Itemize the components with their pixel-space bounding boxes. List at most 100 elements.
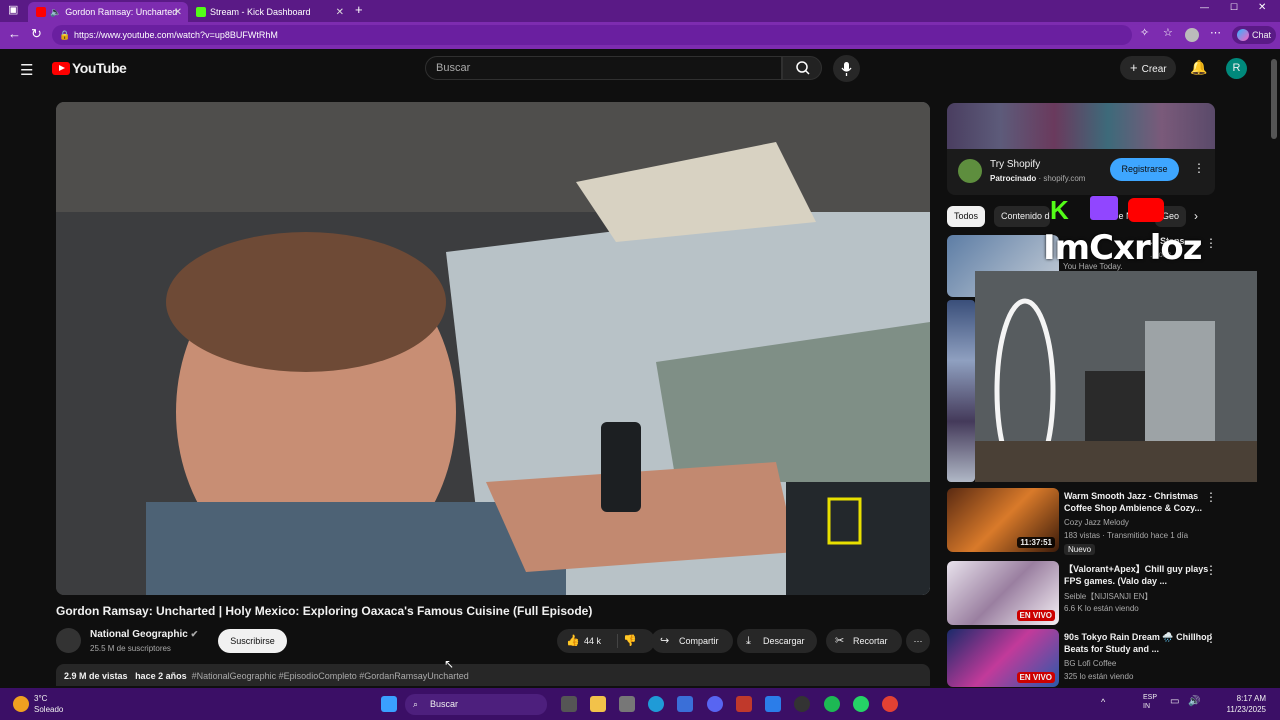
chevron-up-icon[interactable]: ^ bbox=[1101, 697, 1105, 707]
favorites-icon[interactable]: ☆ bbox=[1163, 26, 1173, 39]
sun-weather-icon[interactable] bbox=[13, 696, 29, 712]
kick-favicon-icon bbox=[196, 7, 206, 17]
copilot-icon bbox=[1237, 29, 1249, 41]
file-explorer-icon[interactable] bbox=[590, 696, 606, 712]
taskbar-search[interactable]: ⌕ Buscar bbox=[405, 694, 547, 715]
page-scrollbar[interactable] bbox=[1268, 49, 1280, 688]
channel-name[interactable]: National Geographic ✔ bbox=[90, 629, 198, 640]
account-avatar[interactable]: R bbox=[1226, 58, 1247, 79]
close-icon[interactable]: ✕ bbox=[174, 7, 182, 18]
rec-title[interactable]: 90s Tokyo Rain Dream 🌧️ Chillhop Beats f… bbox=[1064, 631, 1219, 655]
recommended-video[interactable]: 11:37:51 Warm Smooth Jazz - Christmas Co… bbox=[947, 488, 1247, 555]
create-label: Crear bbox=[1141, 64, 1167, 75]
thumbs-down-icon[interactable]: 👎 bbox=[623, 629, 637, 653]
chip-contenido[interactable]: Contenido de bbox=[994, 206, 1050, 227]
verified-check-icon: ✔ bbox=[190, 629, 199, 639]
webcam-overlay bbox=[975, 271, 1257, 482]
video-player[interactable] bbox=[56, 102, 930, 595]
maximize-icon[interactable]: ☐ bbox=[1230, 2, 1238, 13]
clip-button[interactable]: ✂ Recortar bbox=[826, 629, 902, 653]
notifications-bell-icon[interactable]: 🔔 bbox=[1190, 59, 1207, 76]
plus-icon: + bbox=[1130, 60, 1138, 75]
rec-title[interactable]: Warm Smooth Jazz - Christmas Coffee Shop… bbox=[1064, 490, 1219, 514]
close-icon[interactable]: ✕ bbox=[336, 7, 344, 18]
scrollbar-thumb[interactable] bbox=[1271, 59, 1277, 139]
rec-channel[interactable]: BG Lofi Coffee bbox=[1064, 659, 1116, 668]
search-button[interactable] bbox=[782, 56, 822, 80]
voice-search-button[interactable] bbox=[833, 55, 860, 82]
ad-register-button[interactable]: Registrarse bbox=[1110, 158, 1179, 181]
shopify-bag-icon bbox=[958, 159, 982, 183]
rec-channel[interactable]: Cozy Jazz Melody bbox=[1064, 518, 1129, 527]
app-icon[interactable] bbox=[736, 696, 752, 712]
chrome-icon[interactable] bbox=[882, 696, 898, 712]
lang-primary: ESP bbox=[1143, 694, 1158, 701]
download-button[interactable]: ⤓ Descargar bbox=[737, 629, 817, 653]
hashtags[interactable]: #NationalGeographic #EpisodioCompleto #G… bbox=[192, 671, 469, 681]
mail-icon[interactable] bbox=[677, 696, 693, 712]
discord-icon[interactable] bbox=[707, 696, 723, 712]
refresh-icon[interactable]: ↻ bbox=[31, 26, 42, 42]
recommended-video[interactable]: EN VIVO 90s Tokyo Rain Dream 🌧️ Chillhop… bbox=[947, 629, 1247, 687]
clock-date[interactable]: 11/23/2025 bbox=[1220, 705, 1266, 714]
tab-kick[interactable]: Stream - Kick Dashboard ✕ bbox=[188, 2, 350, 22]
store-icon[interactable] bbox=[619, 696, 635, 712]
subscribe-button[interactable]: Suscribirse bbox=[218, 629, 287, 653]
rec-thumbnail[interactable]: 11:37:51 bbox=[947, 488, 1059, 552]
profile-icon[interactable] bbox=[1185, 28, 1199, 42]
obs-icon[interactable] bbox=[794, 696, 810, 712]
share-button[interactable]: ↪ Compartir bbox=[651, 629, 733, 653]
search-input[interactable]: Buscar bbox=[425, 56, 782, 80]
language-indicator[interactable]: ESP IN bbox=[1143, 693, 1157, 711]
like-count[interactable]: 44 k bbox=[584, 629, 601, 653]
thumbs-up-icon[interactable]: 👍 bbox=[566, 629, 580, 653]
chat-label: Chat bbox=[1252, 30, 1272, 40]
rec-thumbnail-strip[interactable] bbox=[947, 300, 975, 482]
more-vert-icon[interactable]: ⋮ bbox=[1205, 563, 1217, 577]
windows-start-icon[interactable] bbox=[381, 696, 397, 712]
network-icon[interactable]: ▭ bbox=[1170, 696, 1179, 707]
more-vert-icon[interactable]: ⋮ bbox=[1205, 490, 1217, 504]
spotify-icon[interactable] bbox=[824, 696, 840, 712]
tab-actions-icon[interactable]: ▣ bbox=[8, 3, 18, 16]
more-vert-icon[interactable]: ⋮ bbox=[1205, 631, 1217, 645]
copilot-chat-button[interactable]: Chat bbox=[1232, 26, 1276, 44]
description-box[interactable]: 2.9 M de vistas hace 2 años #NationalGeo… bbox=[56, 664, 930, 686]
whatsapp-icon[interactable] bbox=[853, 696, 869, 712]
create-button[interactable]: + Crear bbox=[1120, 56, 1176, 80]
avatar-letter: R bbox=[1232, 62, 1241, 74]
more-icon[interactable]: ⋯ bbox=[1210, 26, 1221, 39]
youtube-logo[interactable]: YouTube bbox=[52, 60, 127, 76]
ad-title[interactable]: Try Shopify bbox=[990, 159, 1040, 170]
app-icon[interactable] bbox=[765, 696, 781, 712]
tab-label: Stream - Kick Dashboard bbox=[210, 7, 311, 17]
extensions-icon[interactable]: ✧ bbox=[1140, 26, 1149, 39]
more-actions-button[interactable]: ⋯ bbox=[906, 629, 930, 653]
back-icon[interactable]: ← bbox=[8, 26, 21, 41]
window-close-icon[interactable]: ✕ bbox=[1258, 2, 1266, 13]
chip-todos[interactable]: Todos bbox=[947, 206, 986, 227]
edge-icon[interactable] bbox=[648, 696, 664, 712]
url-input[interactable]: 🔒 https://www.youtube.com/watch?v=up8BUF… bbox=[52, 25, 1132, 45]
rec-title[interactable]: 【Valorant+Apex】Chill guy plays FPS games… bbox=[1064, 563, 1219, 587]
chevron-right-icon[interactable]: › bbox=[1194, 209, 1198, 223]
recommended-video[interactable]: EN VIVO 【Valorant+Apex】Chill guy plays F… bbox=[947, 561, 1247, 625]
rec-channel[interactable]: Seible【NIJISANJI EN】 bbox=[1064, 591, 1152, 602]
volume-icon[interactable]: 🔊 bbox=[1188, 696, 1200, 707]
channel-avatar[interactable] bbox=[56, 628, 81, 653]
rec-thumbnail[interactable]: EN VIVO bbox=[947, 561, 1059, 625]
mic-icon bbox=[841, 62, 852, 76]
minimize-icon[interactable]: — bbox=[1200, 2, 1209, 12]
sponsored-ad[interactable]: Try Shopify Patrocinado · shopify.com Re… bbox=[947, 103, 1215, 195]
task-view-icon[interactable] bbox=[561, 696, 577, 712]
youtube-header: ☰ YouTube Buscar + Crear 🔔 R bbox=[0, 49, 1268, 89]
more-vert-icon[interactable]: ⋮ bbox=[1193, 161, 1205, 175]
more-vert-icon[interactable]: ⋮ bbox=[1205, 236, 1217, 250]
menu-icon[interactable]: ☰ bbox=[20, 61, 33, 79]
clock-time[interactable]: 8:17 AM bbox=[1226, 694, 1266, 703]
rec-thumbnail[interactable]: EN VIVO bbox=[947, 629, 1059, 687]
tab-youtube[interactable]: 🔈 Gordon Ramsay: Uncharted ✕ bbox=[28, 2, 188, 22]
like-dislike-group: 👍 44 k 👎 bbox=[557, 629, 655, 653]
new-tab-icon[interactable]: + bbox=[355, 2, 363, 17]
new-badge: Nuevo bbox=[1064, 544, 1096, 555]
